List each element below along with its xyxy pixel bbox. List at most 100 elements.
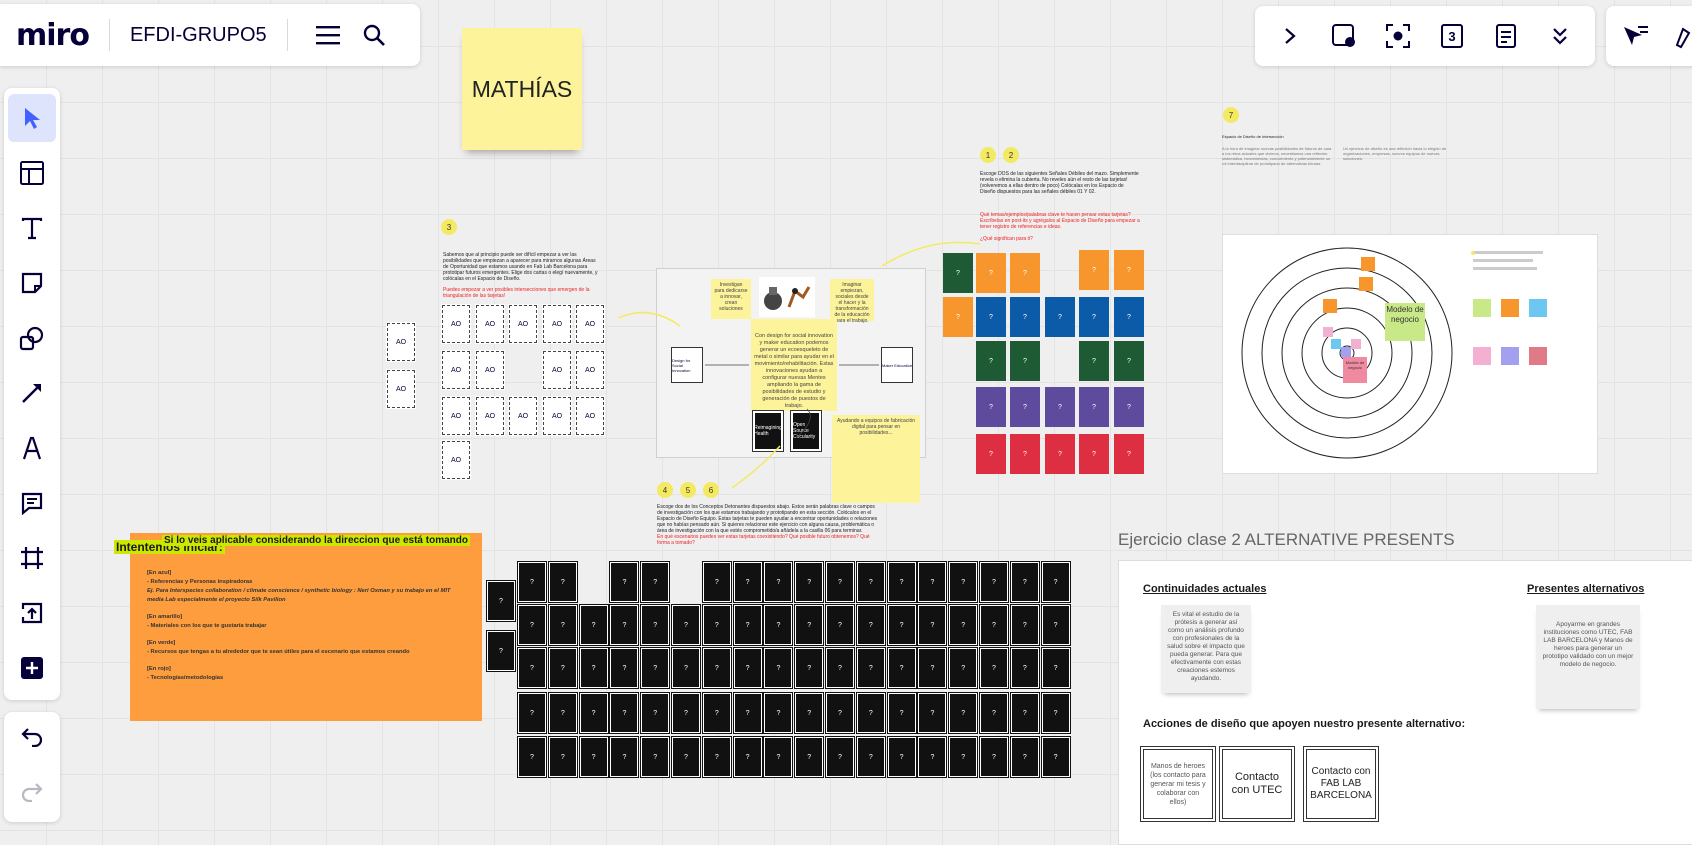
signal-card[interactable]: ? <box>1079 250 1109 290</box>
concept-card-black[interactable]: ? <box>855 561 886 603</box>
sticky-note[interactable]: Modelo de negocio <box>1343 357 1367 383</box>
concept-card-black[interactable]: ? <box>825 736 855 778</box>
concept-card-black[interactable]: ? <box>486 630 516 672</box>
ao-card[interactable]: AO <box>386 322 416 362</box>
section12-instructions[interactable]: Escoge DOS de las siguientes Señales Déb… <box>980 171 1140 195</box>
concept-card-black[interactable]: ? <box>948 561 979 603</box>
signal-card[interactable]: ? <box>1010 253 1040 293</box>
concept-card-black[interactable]: ? <box>886 604 917 646</box>
ao-card[interactable]: AO <box>441 304 471 344</box>
concept-card-black[interactable]: ? <box>701 692 732 734</box>
signal-card[interactable]: ? <box>1114 341 1144 381</box>
concept-card-black[interactable]: ? <box>732 604 763 646</box>
concept-card-black[interactable]: ? <box>917 604 948 646</box>
concept-card-black[interactable]: ? <box>517 561 547 603</box>
concept-card-black[interactable]: ? <box>948 692 979 734</box>
ao-card[interactable]: AO <box>441 440 471 480</box>
concept-card-black[interactable]: ? <box>517 647 547 689</box>
concept-card-black[interactable]: ? <box>794 647 825 689</box>
ao-card[interactable]: AO <box>508 304 538 344</box>
concept-card-black[interactable]: ? <box>855 736 886 778</box>
concept-card-black[interactable]: ? <box>486 580 516 622</box>
section456-prompt[interactable]: En qué escenarios puedes ver estas tarje… <box>657 534 879 546</box>
signal-card[interactable]: ? <box>1114 297 1144 337</box>
ao-card[interactable]: AO <box>475 304 505 344</box>
concept-card-black[interactable]: ? <box>794 604 825 646</box>
concept-card-black[interactable]: ? <box>917 692 948 734</box>
signal-card[interactable]: ? <box>976 387 1006 427</box>
concept-card-black[interactable]: ? <box>1009 604 1040 646</box>
concept-card-black[interactable]: ? <box>671 736 701 778</box>
concept-card-black[interactable]: ? <box>763 561 794 603</box>
action-box[interactable]: Contacto con UTEC <box>1221 748 1293 820</box>
concept-card-black[interactable]: ? <box>547 692 578 734</box>
concept-card-black[interactable]: ? <box>917 561 948 603</box>
signal-card[interactable]: ? <box>1010 341 1040 381</box>
signal-card[interactable]: ? <box>943 297 973 337</box>
concept-card-black[interactable]: ? <box>517 736 547 778</box>
ao-card[interactable]: AO <box>441 350 471 390</box>
ao-card[interactable]: AO <box>508 396 538 436</box>
concept-card-black[interactable]: ? <box>886 647 917 689</box>
board-icon[interactable] <box>1324 16 1364 56</box>
concept-card-black[interactable]: ? <box>732 736 763 778</box>
chevron-double-down-icon[interactable] <box>1540 16 1580 56</box>
concept-card-black[interactable]: ? <box>609 647 640 689</box>
concept-card-black[interactable]: ? <box>763 736 794 778</box>
concept-card-black[interactable]: ? <box>732 692 763 734</box>
sticky-note[interactable]: Es vital el estudio de la prótesis a gen… <box>1161 605 1251 693</box>
concept-card-black[interactable]: ? <box>763 647 794 689</box>
concept-card-black[interactable]: ? <box>855 692 886 734</box>
concept-card-black[interactable]: ? <box>1009 561 1040 603</box>
concept-card-black[interactable]: ? <box>1040 647 1071 689</box>
section7-heading[interactable]: Espacio de Diseño de Intersección <box>1222 134 1284 140</box>
signal-card[interactable]: ? <box>1045 297 1075 337</box>
concept-card-black[interactable]: ? <box>948 647 979 689</box>
ao-card[interactable]: AO <box>542 396 572 436</box>
concept-card-black[interactable]: ? <box>855 647 886 689</box>
section7-text[interactable]: A la hora de imaginar nuevas posibilidad… <box>1222 146 1332 166</box>
concept-card-black[interactable]: ? <box>578 736 609 778</box>
concept-card-black[interactable]: ? <box>671 604 701 646</box>
concept-card-black[interactable]: ? <box>886 692 917 734</box>
concept-card-black[interactable]: ? <box>609 692 640 734</box>
signal-card[interactable]: ? <box>1114 434 1144 474</box>
concept-card-black[interactable]: ? <box>794 736 825 778</box>
concept-card-black[interactable]: ? <box>517 692 547 734</box>
concept-card-black[interactable]: ? <box>917 736 948 778</box>
alternative-presents-frame[interactable]: Continuidades actuales Presentes alterna… <box>1118 560 1692 845</box>
concept-card-black[interactable]: ? <box>855 604 886 646</box>
search-icon[interactable] <box>354 15 394 55</box>
circles-diagram-frame[interactable]: Modelo de negocio Modelo de negocio <box>1222 234 1598 474</box>
concept-card-black[interactable]: ? <box>547 561 578 603</box>
concept-card-black[interactable]: ? <box>732 561 763 603</box>
section12-question[interactable]: ¿Qué significan para ti? <box>980 236 1140 242</box>
concept-card-black[interactable]: ? <box>979 692 1009 734</box>
concept-card-black[interactable]: ? <box>701 604 732 646</box>
board-name[interactable]: EFDI-GRUPO5 <box>130 24 267 47</box>
sticky-note[interactable]: Modelo de negocio <box>1385 303 1425 341</box>
sticky-note[interactable]: Apoyarme en grandes instituciones como U… <box>1536 605 1640 709</box>
templates-icon[interactable] <box>8 149 56 197</box>
text-icon[interactable] <box>8 204 56 252</box>
section3-instructions[interactable]: Sabemos que al principio puede ser difíc… <box>443 252 598 282</box>
sticky-note-icon[interactable] <box>8 259 56 307</box>
concept-card-black[interactable]: ? <box>886 561 917 603</box>
concept-card-black[interactable]: ? <box>578 647 609 689</box>
concept-card-black[interactable]: ? <box>1009 736 1040 778</box>
concept-card-black[interactable]: ? <box>948 604 979 646</box>
signal-card[interactable]: ? <box>1079 297 1109 337</box>
concept-card-black[interactable]: ? <box>609 561 640 603</box>
concept-card-black[interactable]: ? <box>979 604 1009 646</box>
section7-text-2[interactable]: Un ejercicio de diseño es una reflexión … <box>1343 146 1453 161</box>
concept-card-black[interactable]: ? <box>1040 561 1071 603</box>
upload-icon[interactable] <box>8 589 56 637</box>
concept-card-black[interactable]: ? <box>794 561 825 603</box>
shapes-icon[interactable] <box>8 314 56 362</box>
comment-icon[interactable] <box>8 479 56 527</box>
concept-card-black[interactable]: ? <box>701 647 732 689</box>
concept-card-black[interactable]: ? <box>825 604 855 646</box>
concept-card-black[interactable]: ? <box>517 604 547 646</box>
signal-card[interactable]: ? <box>943 253 973 293</box>
concept-card-black[interactable]: ? <box>671 692 701 734</box>
